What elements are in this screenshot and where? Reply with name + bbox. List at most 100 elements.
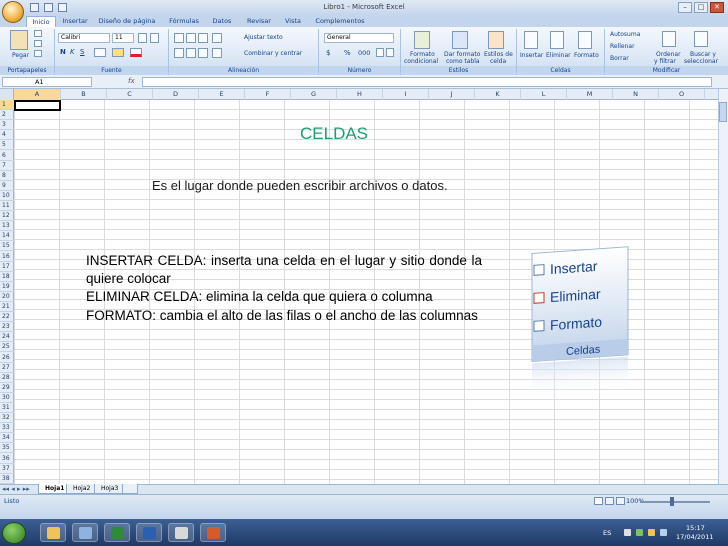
cond-format-l2[interactable]: condicional — [404, 58, 438, 65]
column-header[interactable]: O — [659, 89, 705, 100]
indent-icon[interactable] — [212, 48, 222, 58]
borders-icon[interactable] — [94, 48, 106, 57]
row-header[interactable]: 1 — [0, 100, 14, 110]
copy-icon[interactable] — [34, 40, 42, 47]
row-header[interactable]: 32 — [0, 413, 14, 424]
currency-button[interactable]: $ — [326, 49, 330, 57]
conditional-format-icon[interactable] — [414, 31, 430, 49]
tab-formulas[interactable]: Fórmulas — [166, 16, 202, 27]
fill-button[interactable]: Rellenar — [610, 43, 635, 50]
format-painter-icon[interactable] — [34, 50, 42, 57]
format-cells-icon[interactable] — [578, 31, 592, 49]
row-header[interactable]: 22 — [0, 312, 14, 323]
column-header[interactable]: F — [245, 89, 291, 100]
page-break-view-icon[interactable] — [616, 497, 625, 505]
increase-decimal-icon[interactable] — [376, 48, 384, 57]
sort-l2[interactable]: y filtrar — [654, 58, 676, 65]
paste-label[interactable]: Pegar — [12, 52, 29, 59]
zoom-slider[interactable] — [640, 501, 710, 503]
language-indicator[interactable]: ES — [603, 529, 611, 537]
align-top-icon[interactable] — [174, 33, 184, 43]
tab-diseno-pagina[interactable]: Diseño de página — [92, 16, 162, 27]
tab-vista[interactable]: Vista — [280, 16, 306, 27]
column-header[interactable]: A — [14, 89, 61, 100]
row-header[interactable]: 6 — [0, 151, 14, 161]
cond-format-l1[interactable]: Formato — [410, 51, 435, 58]
align-right-icon[interactable] — [198, 48, 208, 58]
column-header[interactable]: G — [291, 89, 337, 100]
minimize-button[interactable]: – — [678, 2, 692, 13]
row-header[interactable]: 3 — [0, 120, 14, 131]
sheet-tab-hoja3[interactable]: Hoja3 — [94, 484, 126, 494]
row-header[interactable]: 11 — [0, 201, 14, 211]
row-header[interactable]: 13 — [0, 221, 14, 232]
merge-center-button[interactable]: Combinar y centrar — [244, 50, 302, 57]
tray-up-arrow-icon[interactable] — [624, 529, 631, 536]
column-header[interactable]: C — [107, 89, 153, 100]
format-cells-label[interactable]: Formato — [574, 52, 599, 59]
font-color-icon[interactable] — [130, 48, 142, 57]
close-button[interactable]: ✕ — [710, 2, 724, 13]
row-header[interactable]: 24 — [0, 332, 14, 343]
insert-sheet-button[interactable] — [122, 484, 138, 494]
delete-cells-label[interactable]: Eliminar — [546, 52, 571, 59]
column-header[interactable]: H — [337, 89, 383, 100]
thousands-button[interactable]: 000 — [358, 49, 370, 57]
maximize-button[interactable]: □ — [694, 2, 708, 13]
tab-revisar[interactable]: Revisar — [242, 16, 276, 27]
orientation-icon[interactable] — [212, 33, 222, 43]
page-layout-view-icon[interactable] — [605, 497, 614, 505]
formula-input[interactable] — [142, 77, 712, 87]
insert-cells-label[interactable]: Insertar — [520, 52, 543, 59]
decrease-decimal-icon[interactable] — [386, 48, 394, 57]
fill-color-icon[interactable] — [112, 48, 124, 57]
find-select-icon[interactable] — [694, 31, 708, 47]
row-header[interactable]: 2 — [0, 110, 14, 121]
row-header[interactable]: 16 — [0, 252, 14, 262]
row-header[interactable]: 12 — [0, 211, 14, 222]
cut-icon[interactable] — [34, 30, 42, 37]
row-header[interactable]: 30 — [0, 393, 14, 403]
row-header[interactable]: 4 — [0, 130, 14, 141]
row-header[interactable]: 29 — [0, 383, 14, 393]
row-header[interactable]: 9 — [0, 181, 14, 191]
cell-styles-icon[interactable] — [488, 31, 504, 49]
row-header[interactable]: 7 — [0, 161, 14, 171]
align-left-icon[interactable] — [174, 48, 184, 58]
font-name-combo[interactable]: Calibri — [58, 33, 110, 43]
tab-datos[interactable]: Datos — [208, 16, 236, 27]
taskbar-item-excel[interactable] — [104, 523, 130, 542]
cell-styles-l1[interactable]: Estilos de — [484, 51, 513, 58]
number-format-combo[interactable]: General — [324, 33, 394, 43]
underline-button[interactable]: S — [80, 48, 84, 56]
table-format-l2[interactable]: como tabla — [446, 58, 480, 65]
zoom-slider-knob[interactable] — [670, 497, 674, 506]
row-header[interactable]: 25 — [0, 342, 14, 353]
column-header[interactable]: N — [613, 89, 659, 100]
row-header[interactable]: 23 — [0, 322, 14, 333]
taskbar-item-word[interactable] — [136, 523, 162, 542]
table-format-l1[interactable]: Dar formato — [444, 51, 480, 58]
clock-date[interactable]: 17/04/2011 — [676, 533, 713, 541]
row-header[interactable]: 26 — [0, 353, 14, 363]
tab-complementos[interactable]: Complementos — [312, 16, 368, 27]
select-all-corner[interactable] — [0, 89, 14, 100]
row-header[interactable]: 38 — [0, 474, 14, 484]
font-size-combo[interactable]: 11 — [112, 33, 134, 43]
column-header[interactable]: L — [521, 89, 567, 100]
column-header[interactable]: B — [61, 89, 107, 100]
sheet-tab-hoja2[interactable]: Hoja2 — [66, 484, 98, 494]
row-header[interactable]: 17 — [0, 262, 14, 272]
column-header[interactable]: M — [567, 89, 613, 100]
row-header[interactable]: 21 — [0, 302, 14, 312]
column-header[interactable]: D — [153, 89, 199, 100]
column-header[interactable]: E — [199, 89, 245, 100]
start-button[interactable] — [2, 522, 26, 544]
table-format-icon[interactable] — [452, 31, 468, 49]
column-header[interactable]: I — [383, 89, 429, 100]
clock-time[interactable]: 15:17 — [686, 524, 705, 532]
row-header[interactable]: 10 — [0, 191, 14, 201]
row-header[interactable]: 35 — [0, 443, 14, 454]
align-center-icon[interactable] — [186, 48, 196, 58]
taskbar-item-explorer[interactable] — [40, 523, 66, 542]
